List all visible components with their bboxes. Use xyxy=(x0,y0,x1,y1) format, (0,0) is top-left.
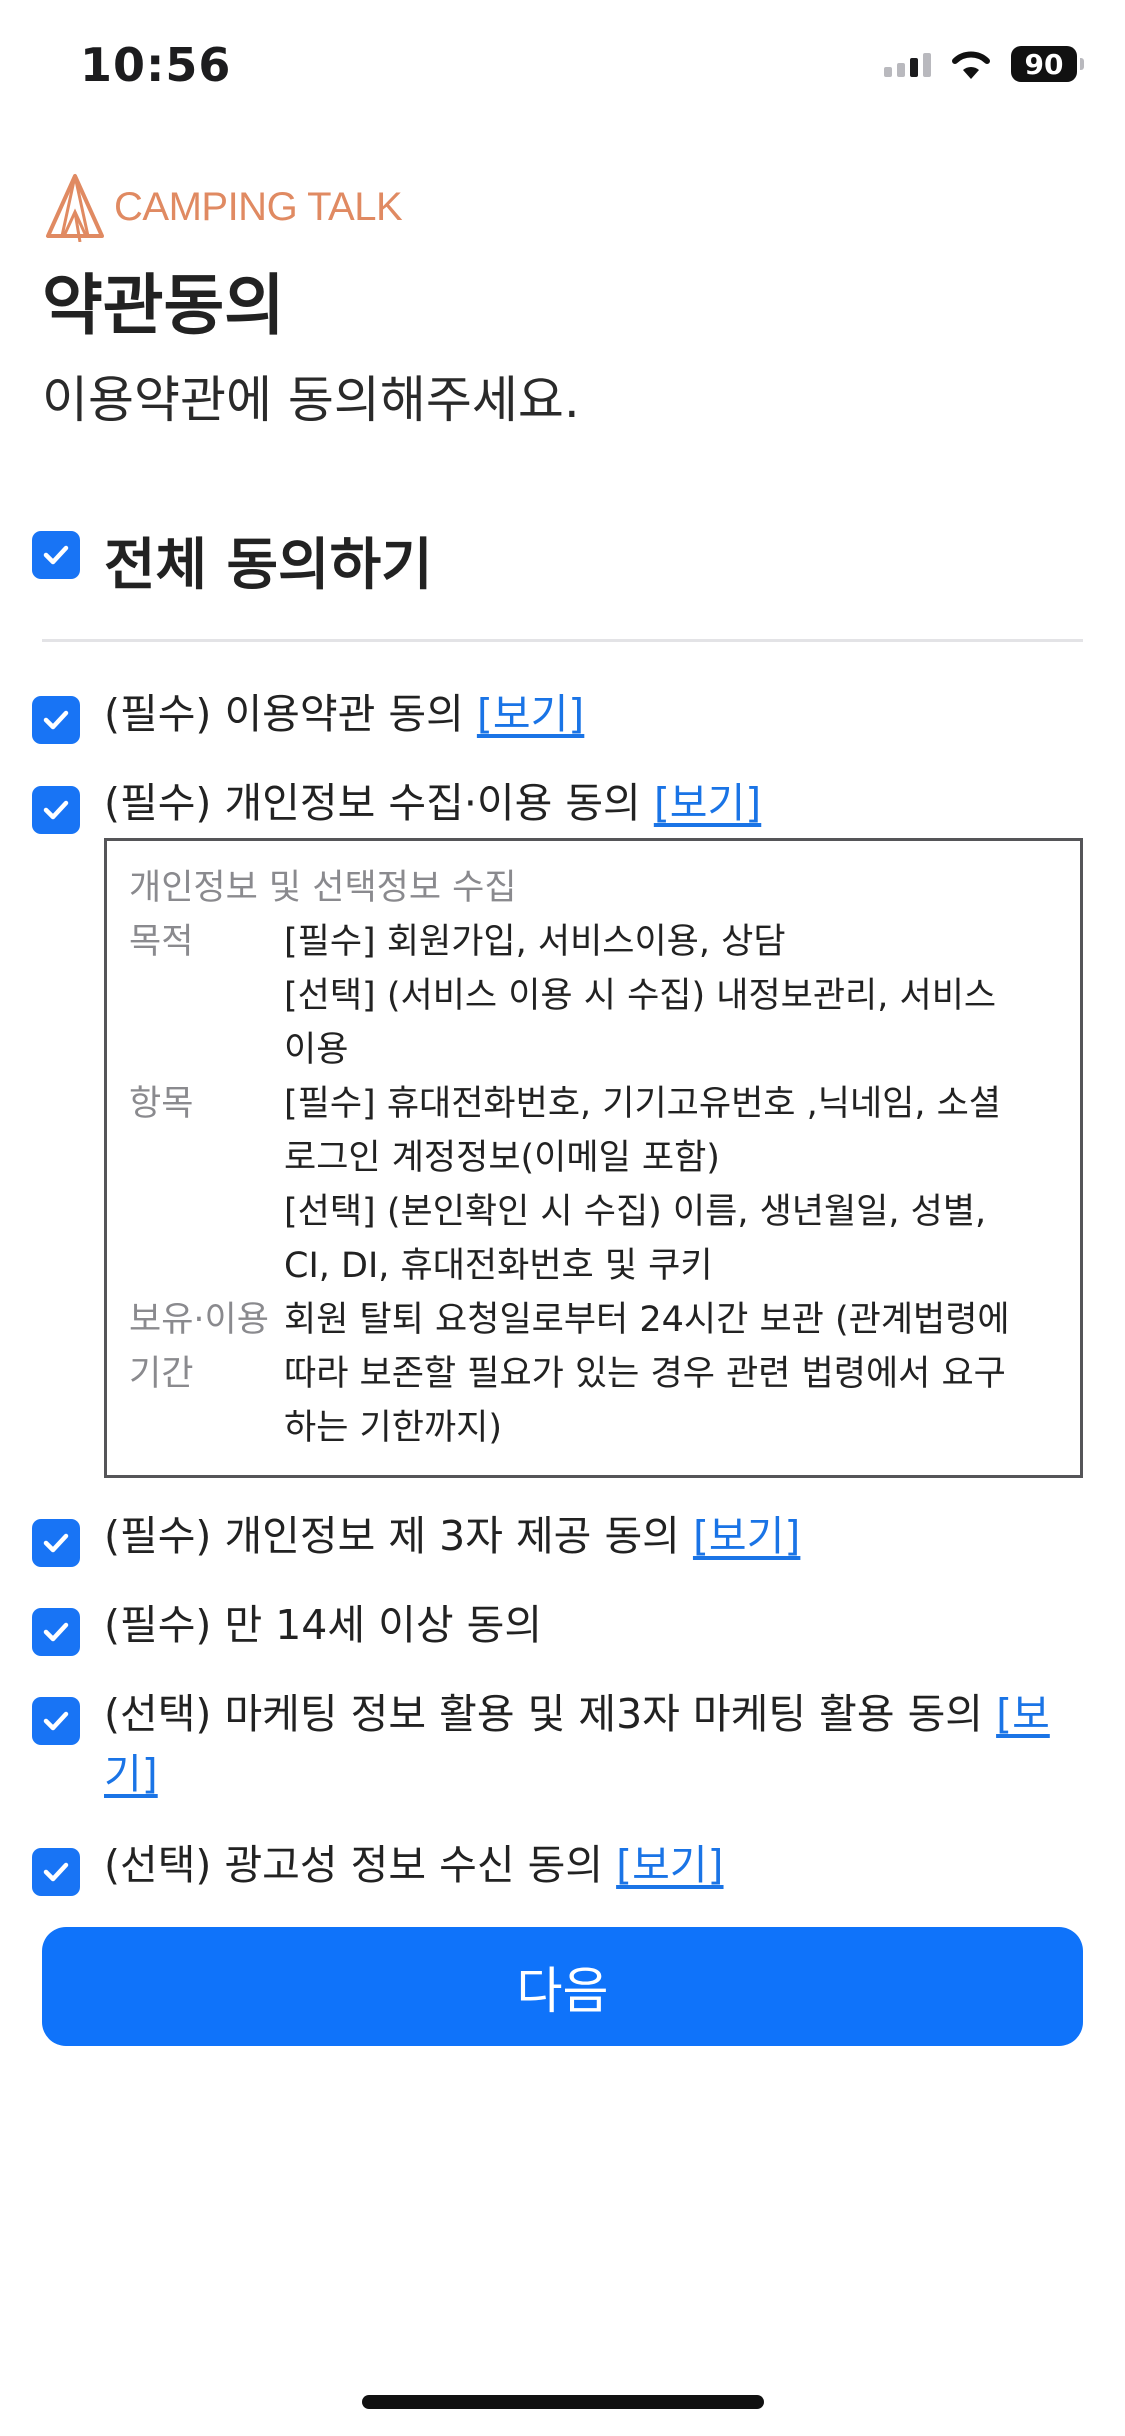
privacy-detail-box[interactable]: 개인정보 및 선택정보 수집 목적 [필수] 회원가입, 서비스이용, 상담 [… xyxy=(104,838,1083,1478)
privacy-collect-label: (필수) 개인정보 수집·이용 동의 xyxy=(104,779,641,827)
third-party-checkbox[interactable] xyxy=(32,1519,80,1567)
third-party-item: (필수) 개인정보 제 3자 제공 동의 [보기] xyxy=(104,1506,1064,1566)
checkmark-icon xyxy=(43,545,69,565)
detail-line: 따라 보존할 필요가 있는 경우 관련 법령에서 요구 xyxy=(284,1354,1006,1394)
detail-value: 회원 탈퇴 요청일로부터 24시간 보관 (관계법령에 따라 보존할 필요가 있… xyxy=(284,1293,1058,1455)
detail-key-line: 기간 xyxy=(129,1354,194,1394)
ad-info-item: (선택) 광고성 정보 수신 동의 [보기] xyxy=(104,1835,1064,1895)
detail-line: 하는 기한까지) xyxy=(284,1408,502,1448)
ad-info-checkbox[interactable] xyxy=(32,1848,80,1896)
detail-key: 보유·이용 기간 xyxy=(129,1293,284,1455)
privacy-collect-item: (필수) 개인정보 수집·이용 동의 [보기] xyxy=(104,773,1064,833)
detail-value: [필수] 휴대전화번호, 기기고유번호 ,닉네임, 소셜 로그인 계정정보(이메… xyxy=(284,1077,1058,1293)
status-time: 10:56 xyxy=(80,38,232,92)
detail-value: [필수] 회원가입, 서비스이용, 상담 [선택] (서비스 이용 시 수집) … xyxy=(284,915,1058,1077)
ad-info-view-link[interactable]: [보기] xyxy=(616,1841,723,1889)
page-title: 약관동의 xyxy=(42,267,285,344)
marketing-label: (선택) 마케팅 정보 활용 및 제3자 마케팅 활용 동의 xyxy=(104,1690,984,1738)
detail-row-purpose: 목적 [필수] 회원가입, 서비스이용, 상담 [선택] (서비스 이용 시 수… xyxy=(129,915,1058,1077)
age-label: (필수) 만 14세 이상 동의 xyxy=(104,1601,543,1649)
page-subtitle: 이용약관에 동의해주세요. xyxy=(42,371,580,429)
third-party-label: (필수) 개인정보 제 3자 제공 동의 xyxy=(104,1512,680,1560)
terms-view-link[interactable]: [보기] xyxy=(477,690,584,738)
detail-line: [선택] (서비스 이용 시 수집) 내정보관리, 서비스 xyxy=(284,976,997,1016)
checkmark-icon xyxy=(43,1862,69,1882)
logo-text: CAMPING TALK xyxy=(114,184,403,229)
checkmark-icon xyxy=(43,1533,69,1553)
detail-line: 이용 xyxy=(284,1030,349,1070)
third-party-view-link[interactable]: [보기] xyxy=(693,1512,800,1560)
checkmark-icon xyxy=(43,1711,69,1731)
detail-line: 회원 탈퇴 요청일로부터 24시간 보관 (관계법령에 xyxy=(284,1300,1010,1340)
age-item: (필수) 만 14세 이상 동의 xyxy=(104,1595,1064,1655)
checkmark-icon xyxy=(43,1622,69,1642)
detail-row-retention: 보유·이용 기간 회원 탈퇴 요청일로부터 24시간 보관 (관계법령에 따라 … xyxy=(129,1293,1058,1455)
detail-line: 로그인 계정정보(이메일 포함) xyxy=(284,1138,720,1178)
privacy-collect-view-link[interactable]: [보기] xyxy=(654,779,761,827)
detail-row-items: 항목 [필수] 휴대전화번호, 기기고유번호 ,닉네임, 소셜 로그인 계정정보… xyxy=(129,1077,1058,1293)
terms-checkbox[interactable] xyxy=(32,696,80,744)
marketing-checkbox[interactable] xyxy=(32,1697,80,1745)
detail-line: CI, DI, 휴대전화번호 및 쿠키 xyxy=(284,1246,713,1286)
tent-icon xyxy=(46,174,104,242)
detail-line: [선택] (본인확인 시 수집) 이름, 생년월일, 성별, xyxy=(284,1192,987,1232)
terms-label: (필수) 이용약관 동의 xyxy=(104,690,464,738)
next-button[interactable]: 다음 xyxy=(42,1927,1083,2046)
divider xyxy=(42,639,1083,642)
battery-icon: 90 xyxy=(1011,46,1084,82)
home-indicator xyxy=(362,2395,764,2409)
terms-item: (필수) 이용약관 동의 [보기] xyxy=(104,684,1064,744)
status-icons: 90 xyxy=(884,46,1084,82)
detail-key: 목적 xyxy=(129,922,194,962)
ad-info-label: (선택) 광고성 정보 수신 동의 xyxy=(104,1841,604,1889)
marketing-item: (선택) 마케팅 정보 활용 및 제3자 마케팅 활용 동의 [보기] xyxy=(104,1684,1064,1804)
detail-line: [필수] 휴대전화번호, 기기고유번호 ,닉네임, 소셜 xyxy=(284,1084,1001,1124)
detail-line: [필수] 회원가입, 서비스이용, 상담 xyxy=(284,922,786,962)
detail-key: 항목 xyxy=(129,1084,194,1124)
age-checkbox[interactable] xyxy=(32,1608,80,1656)
app-logo: CAMPING TALK xyxy=(44,172,403,242)
checkmark-icon xyxy=(43,710,69,730)
checkmark-icon xyxy=(43,800,69,820)
detail-key-line: 보유·이용 xyxy=(129,1300,269,1340)
all-agree-label[interactable]: 전체 동의하기 xyxy=(104,520,433,601)
all-agree-checkbox[interactable] xyxy=(32,531,80,579)
privacy-collect-checkbox[interactable] xyxy=(32,786,80,834)
cellular-signal-icon xyxy=(884,51,931,77)
privacy-detail-heading: 개인정보 및 선택정보 수집 xyxy=(129,868,517,908)
status-bar: 10:56 90 xyxy=(0,0,1125,140)
wifi-icon xyxy=(952,51,990,79)
